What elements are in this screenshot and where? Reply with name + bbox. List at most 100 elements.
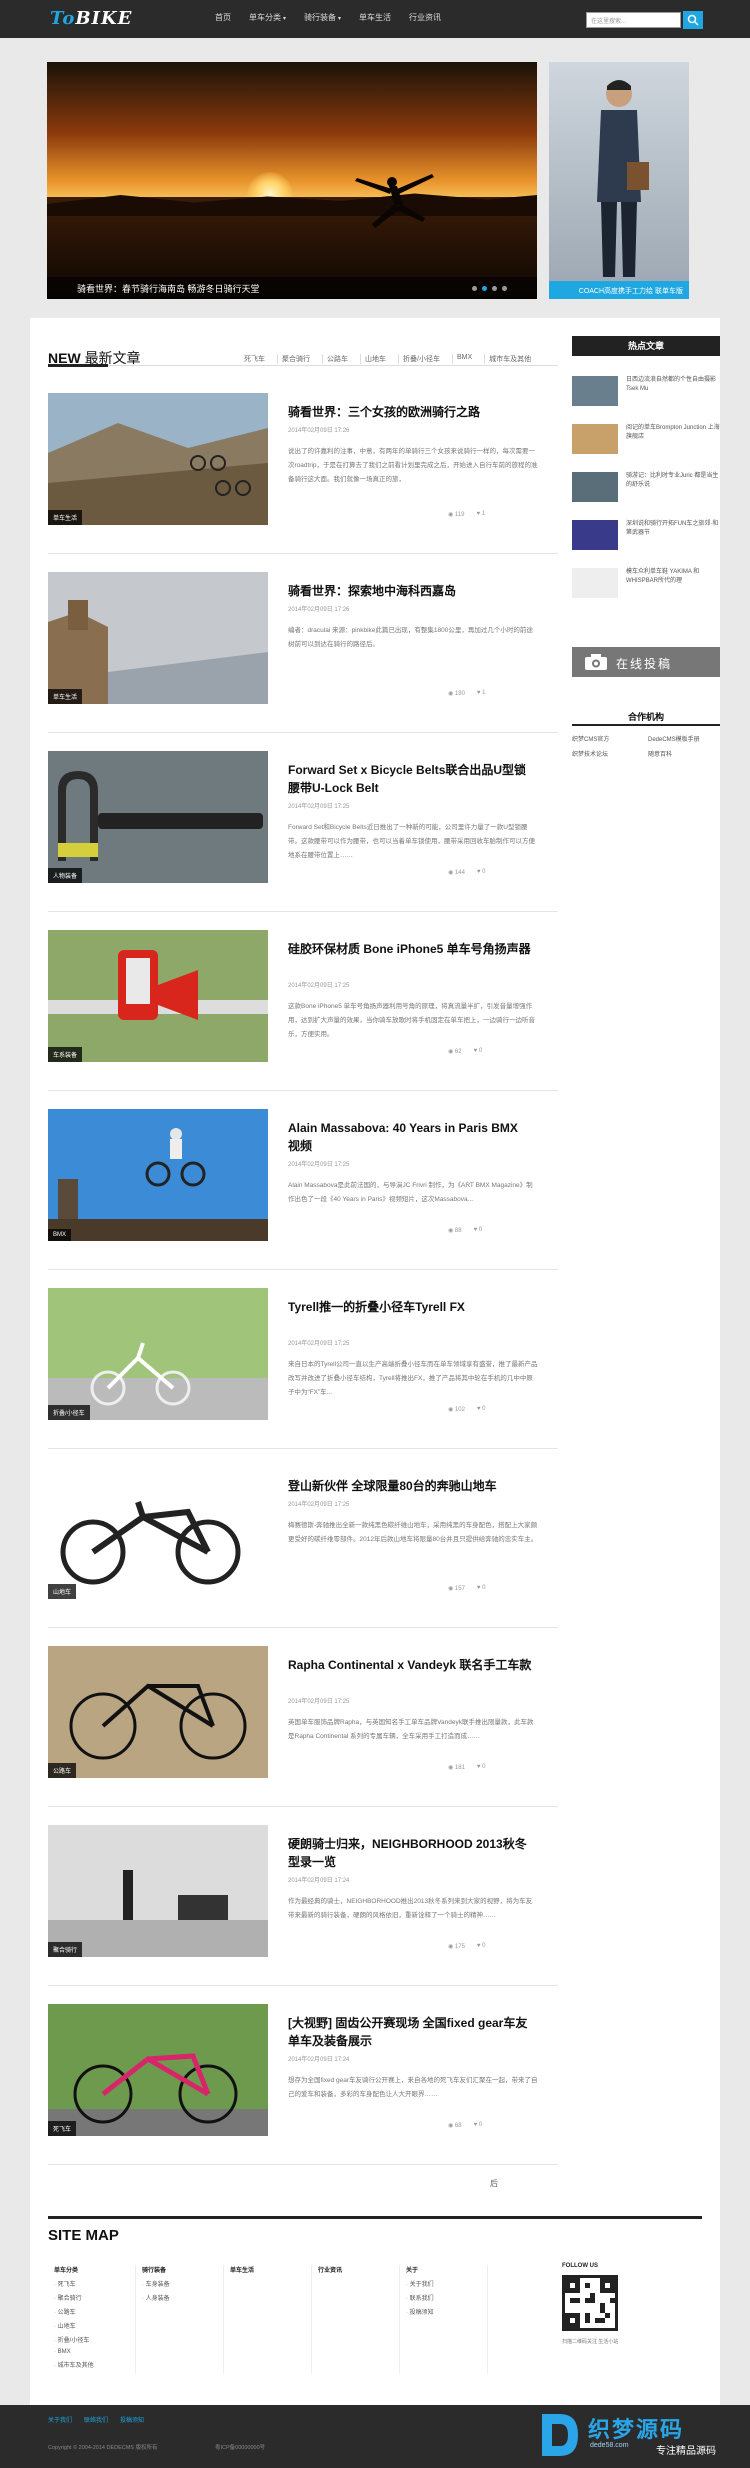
post-card[interactable]: 山地车 登山新伙伴 全球限量80台的奔驰山地车 2014年02月09日 17:25 梅… (48, 1467, 558, 1637)
sitemap-link[interactable]: 死飞车 (54, 2279, 135, 2288)
sitemap-column-heading[interactable]: 关于 (406, 2265, 487, 2274)
slider-dot[interactable] (492, 286, 497, 291)
post-category-tag[interactable]: 死飞车 (48, 2121, 77, 2136)
category-link[interactable]: BMX (451, 354, 476, 364)
hot-article-title[interactable]: 深圳说和骑行开拓FUN车之旅郊·和第武器节 (626, 520, 720, 538)
like-count[interactable]: ♥ 0 (477, 1406, 486, 1413)
category-link[interactable]: 山地车 (360, 354, 390, 364)
sitemap-link[interactable]: 山地车 (54, 2321, 135, 2330)
slider-caption[interactable]: 骑看世界：春节骑行海南岛 畅游冬日骑行天堂 (47, 277, 537, 299)
post-category-tag[interactable]: 单车生活 (48, 689, 83, 704)
hot-article-title[interactable]: 骑游记：比利时专业Juric 都是当生的舒乐说 (626, 472, 720, 490)
footer-link[interactable]: 联络我们 (84, 2415, 108, 2424)
hot-article-item[interactable]: 阅记的单车Brompton Junction 上海旗舰店 (572, 424, 720, 464)
post-category-tag[interactable]: BMX (48, 1229, 72, 1241)
post-title[interactable]: 骑看世界：探索地中海科西嘉岛 (288, 582, 533, 600)
post-thumbnail[interactable]: 死飞车 (48, 2004, 268, 2136)
post-card[interactable]: BMX Alain Massabova: 40 Years in Paris BM… (48, 1109, 558, 1279)
post-thumbnail[interactable]: 车系装备 (48, 930, 268, 1062)
hot-article-title[interactable]: 阅记的单车Brompton Junction 上海旗舰店 (626, 424, 720, 442)
post-title[interactable]: 骑看世界：三个女孩的欧洲骑行之路 (288, 403, 533, 421)
partner-link[interactable]: 织梦技术论坛 (572, 749, 644, 758)
post-thumbnail[interactable]: 单车生活 (48, 393, 268, 525)
post-card[interactable]: 死飞车 [大视野] 固齿公开赛现场 全国fixed gear车友单车及装备展示 20… (48, 2004, 558, 2174)
nav-item-3[interactable]: 单车生活 (359, 12, 391, 23)
post-category-tag[interactable]: 车系装备 (48, 1047, 83, 1062)
slider-dot[interactable] (472, 286, 477, 291)
like-count[interactable]: ♥ 0 (477, 1585, 486, 1592)
category-link[interactable]: 死飞车 (240, 354, 269, 364)
hot-article-item[interactable]: 骑游记：比利时专业Juric 都是当生的舒乐说 (572, 472, 720, 512)
sitemap-column-heading[interactable]: 单车分类 (54, 2265, 135, 2274)
site-logo[interactable]: ToBIKE (50, 8, 132, 29)
hero-slider[interactable]: 骑看世界：春节骑行海南岛 畅游冬日骑行天堂 (47, 62, 537, 299)
like-count[interactable]: ♥ 1 (476, 511, 485, 518)
post-title[interactable]: Forward Set x Bicycle Belts联合出品U型锁腰带U-Lo… (288, 761, 533, 797)
like-count[interactable]: ♥ 0 (474, 1227, 483, 1234)
post-card[interactable]: 车系装备 硅胶环保材质 Bone iPhone5 单车号角扬声器 2014年02月0… (48, 930, 558, 1100)
sitemap-link[interactable]: 公路车 (54, 2307, 135, 2316)
sitemap-link[interactable]: 人身装备 (142, 2293, 223, 2302)
partner-link[interactable]: 织梦CMS官方 (572, 734, 644, 743)
hot-article-item[interactable]: 日西边流浪自然都的个性自由摄影 Tsek Mu (572, 376, 720, 416)
post-thumbnail[interactable]: 单车生活 (48, 572, 268, 704)
post-title[interactable]: Tyrell推一的折叠小径车Tyrell FX (288, 1298, 533, 1316)
nav-item-4[interactable]: 行业资讯 (409, 12, 441, 23)
like-count[interactable]: ♥ 0 (477, 869, 486, 876)
post-title[interactable]: 硅胶环保材质 Bone iPhone5 单车号角扬声器 (288, 940, 533, 958)
nav-item-2[interactable]: 骑行装备 ▾ (304, 12, 341, 23)
post-category-tag[interactable]: 单车生活 (48, 510, 83, 525)
search-input[interactable]: 在这里搜索... (586, 12, 681, 28)
sitemap-link[interactable]: 折叠/小径车 (54, 2335, 135, 2344)
sitemap-link[interactable]: 投稿须知 (406, 2307, 487, 2316)
submit-article-button[interactable]: 在线投稿 (572, 647, 720, 677)
ad-caption[interactable]: COACH高度携手工力绘 联单车版 (549, 281, 689, 299)
post-category-tag[interactable]: 山地车 (48, 1584, 77, 1599)
post-thumbnail[interactable]: 聚合骑行 (48, 1825, 268, 1957)
post-card[interactable]: 单车生活 骑看世界：探索地中海科西嘉岛 2014年02月09日 17:26 编者：dr… (48, 572, 558, 742)
hot-article-title[interactable]: 日西边流浪自然都的个性自由摄影 Tsek Mu (626, 376, 720, 394)
post-thumbnail[interactable]: 公路车 (48, 1646, 268, 1778)
like-count[interactable]: ♥ 0 (477, 1764, 486, 1771)
post-card[interactable]: 单车生活 骑看世界：三个女孩的欧洲骑行之路 2014年02月09日 17:26 说出了… (48, 393, 558, 563)
sitemap-column-heading[interactable]: 行业资讯 (318, 2265, 399, 2274)
post-title[interactable]: Alain Massabova: 40 Years in Paris BMX 视… (288, 1119, 533, 1155)
sitemap-column-heading[interactable]: 骑行装备 (142, 2265, 223, 2274)
post-thumbnail[interactable]: BMX (48, 1109, 268, 1241)
like-count[interactable]: ♥ 0 (477, 1943, 486, 1950)
sitemap-column-heading[interactable]: 单车生活 (230, 2265, 311, 2274)
next-page-button[interactable]: 后 (490, 2178, 498, 2189)
post-title[interactable]: 登山新伙伴 全球限量80台的奔驰山地车 (288, 1477, 533, 1495)
post-title[interactable]: Rapha Continental x Vandeyk 联名手工车款 (288, 1656, 533, 1674)
slider-dot[interactable] (502, 286, 507, 291)
hot-article-title[interactable]: 模车众利单车鞋 YAKIMA 和WHISPBAR所代的理 (626, 568, 720, 586)
post-category-tag[interactable]: 公路车 (48, 1763, 77, 1778)
post-thumbnail[interactable]: 山地车 (48, 1467, 268, 1599)
post-thumbnail[interactable]: 人物装备 (48, 751, 268, 883)
sitemap-link[interactable]: 聚合骑行 (54, 2293, 135, 2302)
sitemap-link[interactable]: BMX (54, 2349, 135, 2355)
sitemap-link[interactable]: 城市车及其他 (54, 2360, 135, 2369)
post-card[interactable]: 公路车 Rapha Continental x Vandeyk 联名手工车款 201… (48, 1646, 558, 1816)
category-link[interactable]: 城市车及其他 (484, 354, 535, 364)
category-link[interactable]: 公路车 (322, 354, 352, 364)
category-link[interactable]: 折叠/小径车 (398, 354, 444, 364)
footer-link[interactable]: 关于我们 (48, 2415, 72, 2424)
hot-article-item[interactable]: 深圳说和骑行开拓FUN车之旅郊·和第武器节 (572, 520, 720, 560)
sitemap-link[interactable]: 联系我们 (406, 2293, 487, 2302)
like-count[interactable]: ♥ 1 (477, 690, 486, 697)
partner-link[interactable]: 随意百科 (648, 749, 720, 758)
footer-link[interactable]: 投稿须知 (120, 2415, 144, 2424)
nav-item-0[interactable]: 首页 (215, 12, 231, 23)
sitemap-link[interactable]: 车身装备 (142, 2279, 223, 2288)
category-link[interactable]: 聚合骑行 (277, 354, 314, 364)
post-thumbnail[interactable]: 折叠/小径车 (48, 1288, 268, 1420)
post-card[interactable]: 折叠/小径车 Tyrell推一的折叠小径车Tyrell FX 2014年02月09日… (48, 1288, 558, 1458)
side-ad-banner[interactable]: COACH高度携手工力绘 联单车版 (549, 62, 689, 299)
like-count[interactable]: ♥ 0 (474, 1048, 483, 1055)
slider-dot[interactable] (482, 286, 487, 291)
hot-article-item[interactable]: 模车众利单车鞋 YAKIMA 和WHISPBAR所代的理 (572, 568, 720, 608)
like-count[interactable]: ♥ 0 (474, 2122, 483, 2129)
post-title[interactable]: [大视野] 固齿公开赛现场 全国fixed gear车友单车及装备展示 (288, 2014, 533, 2050)
post-card[interactable]: 聚合骑行 硬朗骑士归来，NEIGHBORHOOD 2013秋冬型录一览 2014年0… (48, 1825, 558, 1995)
